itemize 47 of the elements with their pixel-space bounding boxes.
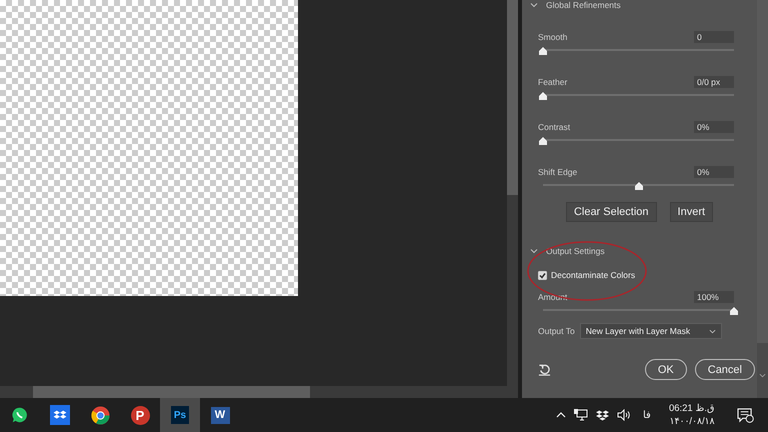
clock[interactable]: ق.ظ 06:21 ۱۴۰۰/۰۸/۱۸ xyxy=(668,402,715,428)
app-logo: W xyxy=(210,406,230,424)
dialog-button[interactable]: Cancel xyxy=(694,359,755,380)
value-field[interactable]: 100% xyxy=(694,291,734,303)
slider-label: Contrast xyxy=(538,122,570,132)
chevron-icon[interactable] xyxy=(530,247,538,255)
taskbar-app[interactable]: Ps xyxy=(160,398,200,432)
speaker-icon[interactable] xyxy=(616,409,631,421)
round-logo-icon xyxy=(90,406,110,424)
value-field[interactable]: 0 xyxy=(694,31,734,43)
slider-label: Feather xyxy=(538,77,568,87)
caret-icon xyxy=(708,328,716,334)
chevron-up-icon[interactable] xyxy=(556,412,566,418)
horizontal-scrollbar[interactable] xyxy=(0,386,507,398)
box-icon[interactable] xyxy=(596,410,609,420)
vertical-scrollbar[interactable] xyxy=(507,0,518,398)
panel-button[interactable]: Clear Selection xyxy=(566,202,657,222)
output-to-label: Output To xyxy=(538,326,575,336)
slider-thumb[interactable] xyxy=(538,91,548,100)
taskbar-app[interactable]: P xyxy=(120,398,160,432)
language-indicator[interactable]: فا xyxy=(642,409,651,421)
slider-label: Shift Edge xyxy=(538,167,578,177)
reset-icon[interactable] xyxy=(538,363,551,376)
slider-label: Smooth xyxy=(538,32,568,42)
output-dropdown[interactable]: New Layer with Layer Mask xyxy=(580,323,722,339)
scroll-down-icon[interactable] xyxy=(759,373,766,378)
slider-thumb[interactable] xyxy=(538,136,548,145)
dialog-button[interactable]: OK xyxy=(644,359,687,380)
box-icon xyxy=(50,405,70,425)
checkbox-label: Decontaminate Colors xyxy=(551,270,636,280)
slider-thumb[interactable] xyxy=(729,306,739,315)
panel-scrollbar[interactable] xyxy=(757,0,768,398)
network-icon[interactable] xyxy=(574,409,588,421)
slider-thumb[interactable] xyxy=(538,46,548,55)
panel-button[interactable]: Invert xyxy=(670,202,714,222)
section-title: Global Refinements xyxy=(546,0,621,10)
chevron-icon[interactable] xyxy=(530,1,538,9)
taskbar-app[interactable]: W xyxy=(200,398,240,432)
app-logo: P xyxy=(130,406,150,424)
chat-bubble-icon xyxy=(11,406,29,424)
checkbox[interactable] xyxy=(538,270,547,280)
value-field[interactable]: 0/0 px xyxy=(694,76,734,88)
slider-thumb[interactable] xyxy=(634,181,644,190)
app-logo: Ps xyxy=(171,406,189,424)
value-field[interactable]: 0% xyxy=(694,121,734,133)
notification-icon[interactable] xyxy=(737,408,754,422)
value-field[interactable]: 0% xyxy=(694,166,734,178)
